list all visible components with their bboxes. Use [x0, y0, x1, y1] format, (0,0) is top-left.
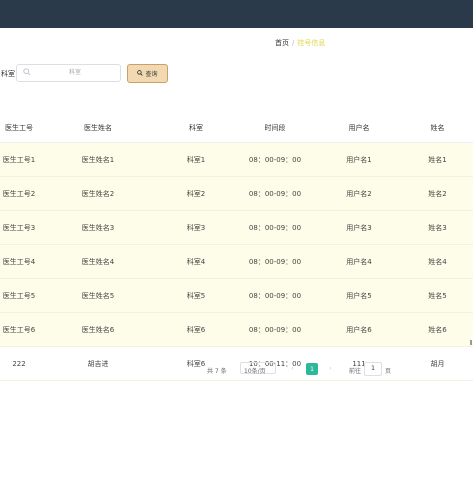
table-cell: 姓名4 — [402, 244, 473, 279]
table-cell: 姓名6 — [402, 312, 473, 347]
column-header-username[interactable]: 用户名 — [316, 113, 402, 143]
table-cell: 用户名1 — [316, 142, 402, 177]
table-cell: 医生工号5 — [0, 278, 38, 313]
page-number-active[interactable]: 1 — [306, 363, 318, 375]
page-size-value: 10条/页 — [244, 368, 266, 375]
table-row[interactable]: 医生工号1 医生姓名1 科室1 08：00-09：00 用户名1 姓名1 — [0, 142, 473, 177]
table-cell: 08：00-09：00 — [234, 312, 316, 347]
table-cell: 科室2 — [158, 176, 234, 211]
breadcrumb-home[interactable]: 首页 — [275, 39, 289, 47]
page-size-select[interactable]: 10条/页 — [240, 362, 276, 375]
table-cell: 姓名2 — [402, 176, 473, 211]
column-header-doctor-name[interactable]: 医生姓名 — [38, 113, 158, 143]
column-header-department[interactable]: 科室 — [158, 113, 234, 143]
table-cell: 医生姓名5 — [38, 278, 158, 313]
table-cell: 08：00-09：00 — [234, 210, 316, 245]
table-cell: 医生姓名3 — [38, 210, 158, 245]
column-header-time-slot[interactable]: 时间段 — [234, 113, 316, 143]
column-header-name[interactable]: 姓名 — [402, 113, 473, 143]
table-cell: 08：00-09：00 — [234, 278, 316, 313]
chevron-right-icon[interactable]: › — [325, 363, 336, 374]
table-cell: 姓名3 — [402, 210, 473, 245]
goto-label: 前往 — [349, 368, 362, 375]
table-cell: 用户名6 — [316, 312, 402, 347]
table-cell: 08：00-09：00 — [234, 176, 316, 211]
table-cell: 08：00-09：00 — [234, 142, 316, 177]
table-cell: 用户名4 — [316, 244, 402, 279]
search-icon — [23, 68, 31, 78]
table-header-row: 医生工号 医生姓名 科室 时间段 用户名 姓名 — [0, 113, 473, 143]
table-cell: 医生工号2 — [0, 176, 38, 211]
table-row[interactable]: 医生工号6 医生姓名6 科室6 08：00-09：00 用户名6 姓名6 — [0, 312, 473, 347]
table-cell: 科室1 — [158, 142, 234, 177]
table-cell: 科室3 — [158, 210, 234, 245]
table-cell: 姓名5 — [402, 278, 473, 313]
table-cell: 科室4 — [158, 244, 234, 279]
table-row[interactable]: 医生工号5 医生姓名5 科室5 08：00-09：00 用户名5 姓名5 — [0, 278, 473, 313]
table-cell: 科室5 — [158, 278, 234, 313]
table-cell: 医生姓名6 — [38, 312, 158, 347]
table-cell: 用户名3 — [316, 210, 402, 245]
search-icon — [137, 69, 144, 78]
department-search-field[interactable] — [16, 64, 121, 82]
table-cell: 医生工号4 — [0, 244, 38, 279]
breadcrumb-current: 挂号信息 — [297, 39, 326, 47]
table-cell: 姓名1 — [402, 142, 473, 177]
search-input[interactable] — [35, 66, 115, 79]
search-label: 科室 — [1, 70, 15, 78]
goto-page-input[interactable]: 1 — [364, 362, 382, 376]
table-cell: 医生姓名1 — [38, 142, 158, 177]
table-cell: 08：00-09：00 — [234, 244, 316, 279]
table-row[interactable]: 医生工号3 医生姓名3 科室3 08：00-09：00 用户名3 姓名3 — [0, 210, 473, 245]
top-navbar — [0, 0, 473, 28]
column-header-doctor-id[interactable]: 医生工号 — [0, 113, 38, 143]
chevron-left-icon[interactable]: ‹ — [287, 363, 298, 374]
table-cell: 医生工号3 — [0, 210, 38, 245]
table-cell: 医生工号1 — [0, 142, 38, 177]
table-row[interactable]: 医生工号2 医生姓名2 科室2 08：00-09：00 用户名2 姓名2 — [0, 176, 473, 211]
search-button-label: 查询 — [145, 71, 158, 78]
pagination-total: 共 7 条 — [207, 368, 227, 375]
table-row[interactable]: 医生工号4 医生姓名4 科室4 08：00-09：00 用户名4 姓名4 — [0, 244, 473, 279]
table-cell: 医生姓名4 — [38, 244, 158, 279]
search-button[interactable]: 查询 — [127, 64, 168, 83]
breadcrumb-separator: / — [292, 39, 295, 47]
registration-table: 医生工号 医生姓名 科室 时间段 用户名 姓名 医生工号1 医生姓名1 科室1 … — [0, 113, 473, 381]
table-scroll-edge — [470, 340, 472, 345]
table-cell: 用户名5 — [316, 278, 402, 313]
table-cell: 医生姓名2 — [38, 176, 158, 211]
table-cell: 医生工号6 — [0, 312, 38, 347]
goto-unit: 页 — [385, 368, 392, 375]
pagination: 共 7 条 10条/页 ‹ 1 › 前往 1 页 — [0, 362, 473, 376]
breadcrumb: 首页 / 挂号信息 — [275, 38, 325, 48]
table-cell: 用户名2 — [316, 176, 402, 211]
table-cell: 科室6 — [158, 312, 234, 347]
